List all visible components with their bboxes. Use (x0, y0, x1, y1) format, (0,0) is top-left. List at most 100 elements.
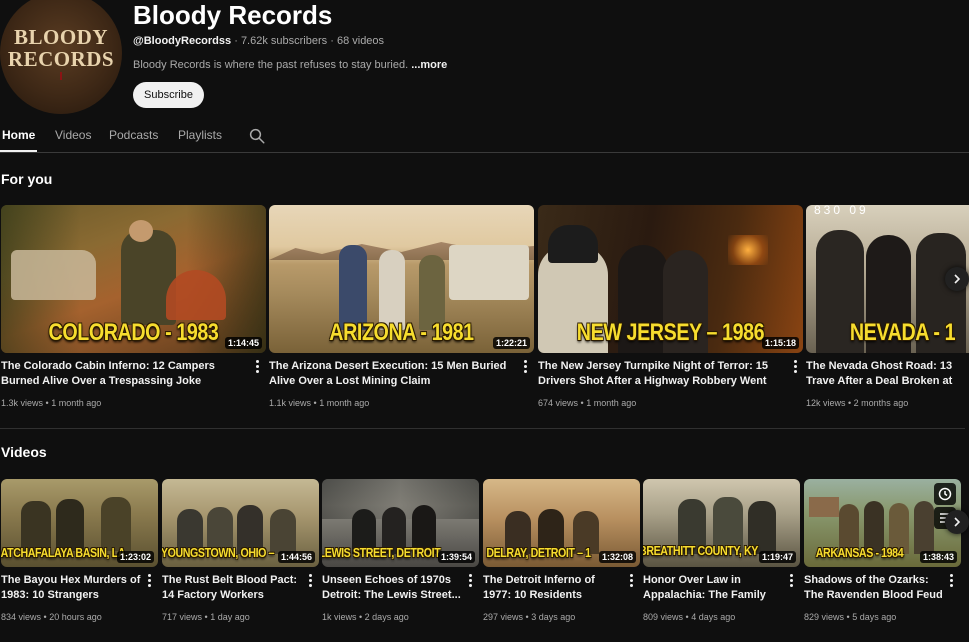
upload-age: 1 month ago (319, 398, 370, 408)
more-vert-icon[interactable] (252, 358, 262, 374)
upload-age: 2 days ago (364, 612, 409, 622)
view-count: 1k views (322, 612, 357, 622)
chevron-right-icon (954, 274, 961, 284)
video-duration: 1:19:47 (758, 551, 796, 563)
video-duration: 1:15:18 (761, 337, 799, 349)
thumbnail-overlay-text: 830 09 (814, 205, 869, 217)
upload-age: 1 day ago (210, 612, 250, 622)
avatar-text-line1: BLOODY (13, 25, 108, 49)
video-thumbnail[interactable]: LEWIS STREET, DETROIT 1:39:54 (322, 479, 479, 567)
video-title[interactable]: Shadows of the Ozarks: The Ravenden Bloo… (804, 573, 944, 603)
view-count: 1.3k views (1, 398, 44, 408)
more-link[interactable]: ...more (411, 59, 447, 71)
video-title[interactable]: The Arizona Desert Execution: 15 Men Bur… (269, 359, 514, 389)
avatar-text-line2: RECORDS (7, 47, 115, 71)
video-stats: 1.3k views • 1 month ago (1, 398, 102, 408)
video-stats: 809 views • 4 days ago (643, 612, 736, 622)
video-thumbnail[interactable]: DELRAY, DETROIT – 1 1:32:08 (483, 479, 640, 567)
video-thumbnail[interactable]: BREATHITT COUNTY, KY 1:19:47 (643, 479, 800, 567)
more-vert-icon[interactable] (786, 572, 796, 588)
thumbnail-caption: ATCHAFALAYA BASIN, LA (1, 545, 126, 560)
view-count: 674 views (538, 398, 579, 408)
tab-home[interactable]: Home (2, 128, 35, 142)
video-duration: 1:44:56 (277, 551, 315, 563)
upload-age: 2 months ago (853, 398, 909, 408)
thumbnail-caption: DELRAY, DETROIT – 1 (486, 545, 591, 560)
video-title[interactable]: The Bayou Hex Murders of 1983: 10 Strang… (1, 573, 141, 603)
view-count: 829 views (804, 612, 845, 622)
meta-separator: · (330, 35, 334, 47)
description-text: Bloody Records is where the past refuses… (133, 59, 409, 71)
video-stats: 297 views • 3 days ago (483, 612, 576, 622)
video-duration: 1:14:45 (224, 337, 262, 349)
more-vert-icon[interactable] (790, 358, 800, 374)
section-title-videos: Videos (1, 444, 47, 460)
more-vert-icon[interactable] (520, 358, 530, 374)
thumbnail-caption: LEWIS STREET, DETROIT (322, 545, 441, 560)
search-icon[interactable] (248, 127, 266, 145)
video-stats: 1.1k views • 1 month ago (269, 398, 370, 408)
video-duration: 1:23:02 (116, 551, 154, 563)
thumbnail-caption: BREATHITT COUNTY, KY (643, 543, 758, 558)
tab-videos[interactable]: Videos (55, 128, 91, 142)
more-vert-icon[interactable] (626, 572, 636, 588)
video-title[interactable]: Honor Over Law in Appalachia: The Family… (643, 573, 783, 603)
more-vert-icon[interactable] (465, 572, 475, 588)
tab-podcasts[interactable]: Podcasts (109, 128, 158, 142)
video-title[interactable]: Unseen Echoes of 1970s Detroit: The Lewi… (322, 573, 462, 603)
meta-separator: · (234, 35, 238, 47)
thumbnail-caption: ARKANSAS - 1984 (815, 545, 904, 560)
video-title[interactable]: The Nevada Ghost Road: 13 Trave After a … (806, 359, 969, 389)
subscribe-button[interactable]: Subscribe (133, 82, 204, 108)
channel-description[interactable]: Bloody Records is where the past refuses… (133, 59, 447, 71)
video-title[interactable]: The Detroit Inferno of 1977: 10 Resident… (483, 573, 623, 603)
upload-age: 3 days ago (531, 612, 576, 622)
thumbnail-caption: ARIZONA - 1981 (329, 319, 474, 346)
thumbnail-caption: YOUNGSTOWN, OHIO – (162, 545, 275, 560)
upload-age: 20 hours ago (49, 612, 102, 622)
carousel-next-button[interactable] (945, 510, 969, 534)
channel-handle: @BloodyRecordss (133, 35, 232, 47)
more-vert-icon[interactable] (305, 572, 315, 588)
video-duration: 1:32:08 (598, 551, 636, 563)
tab-playlists[interactable]: Playlists (178, 128, 222, 142)
video-stats: 834 views • 20 hours ago (1, 612, 102, 622)
upload-age: 4 days ago (691, 612, 736, 622)
channel-name: Bloody Records (133, 0, 333, 30)
video-thumbnail[interactable]: ARIZONA - 1981 1:22:21 (269, 205, 534, 353)
blood-drip-decoration (60, 72, 62, 80)
carousel-next-button[interactable] (945, 267, 969, 291)
video-thumbnail[interactable]: YOUNGSTOWN, OHIO – 1:44:56 (162, 479, 319, 567)
channel-avatar[interactable]: BLOODY RECORDS (0, 0, 122, 114)
video-stats: 1k views • 2 days ago (322, 612, 409, 622)
more-vert-icon[interactable] (144, 572, 154, 588)
video-count: 68 videos (336, 35, 385, 47)
upload-age: 5 days ago (852, 612, 897, 622)
view-count: 297 views (483, 612, 524, 622)
view-count: 834 views (1, 612, 42, 622)
video-duration: 1:39:54 (437, 551, 475, 563)
section-divider (0, 428, 965, 429)
video-title[interactable]: The Rust Belt Blood Pact: 14 Factory Wor… (162, 573, 302, 603)
clock-icon[interactable] (934, 483, 956, 505)
view-count: 1.1k views (269, 398, 312, 408)
video-thumbnail[interactable]: NEW JERSEY – 1986 1:15:18 (538, 205, 803, 353)
video-thumbnail[interactable]: ARKANSAS - 1984 1:38:43 (804, 479, 961, 567)
view-count: 12k views (806, 398, 846, 408)
tabs-divider (0, 152, 969, 153)
upload-age: 1 month ago (586, 398, 637, 408)
subscriber-count: 7.62k subscribers (240, 35, 328, 47)
video-thumbnail[interactable]: COLORADO - 1983 1:14:45 (1, 205, 266, 353)
thumbnail-caption: COLORADO - 1983 (48, 319, 219, 346)
video-title[interactable]: The Colorado Cabin Inferno: 12 Campers B… (1, 359, 246, 389)
video-stats: 717 views • 1 day ago (162, 612, 250, 622)
view-count: 809 views (643, 612, 684, 622)
channel-meta: @BloodyRecordss · 7.62k subscribers · 68… (133, 35, 384, 47)
more-vert-icon[interactable] (946, 572, 956, 588)
upload-age: 1 month ago (51, 398, 102, 408)
section-title-for-you: For you (1, 171, 53, 187)
video-thumbnail[interactable]: ATCHAFALAYA BASIN, LA 1:23:02 (1, 479, 158, 567)
video-duration: 1:38:43 (919, 551, 957, 563)
video-title[interactable]: The New Jersey Turnpike Night of Terror:… (538, 359, 788, 389)
video-stats: 12k views • 2 months ago (806, 398, 909, 408)
